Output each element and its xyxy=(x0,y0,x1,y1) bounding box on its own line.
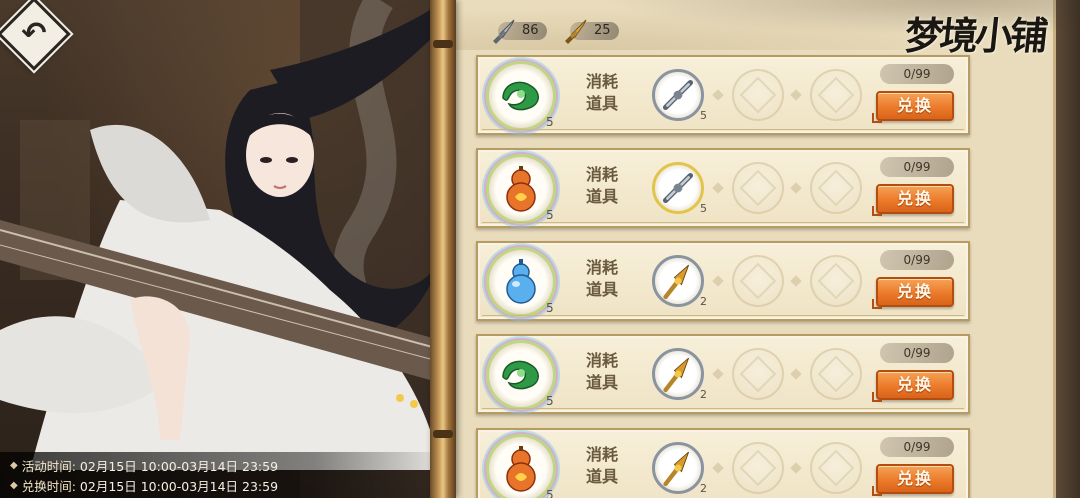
blue-gourd-icon-graphic xyxy=(506,259,536,304)
plus-separator-icon xyxy=(712,182,724,194)
exchange-row: 5 消耗道具 5 0/99 兑换 xyxy=(476,148,970,228)
empty-cost-slot xyxy=(732,255,784,307)
plus-separator-icon xyxy=(790,275,802,287)
empty-cost-slot xyxy=(810,255,862,307)
golden-dagger-icon xyxy=(663,264,690,300)
plus-separator-icon xyxy=(790,182,802,194)
plus-separator-icon xyxy=(712,89,724,101)
dagger-icon xyxy=(493,19,515,44)
plus-separator-icon xyxy=(712,462,724,474)
plus-separator-icon xyxy=(790,462,802,474)
reward-count: 5 xyxy=(546,115,554,129)
character-art-panel: ↶ ◆ 活动时间: 02月15日 10:00-03月14日 23:59 ◆ 兑换… xyxy=(0,0,450,498)
plus-separator-icon xyxy=(790,89,802,101)
cost-item-slot[interactable] xyxy=(652,255,704,307)
exchange-time-label: 兑换时间: xyxy=(21,478,76,494)
reward-count: 5 xyxy=(546,208,554,222)
activity-time-label: 活动时间: xyxy=(21,458,76,474)
blue-gourd-icon[interactable] xyxy=(489,250,553,314)
green-jade-icon[interactable] xyxy=(489,343,553,407)
currency-gold-dagger: 25 xyxy=(562,19,619,44)
empty-cost-slot xyxy=(810,348,862,400)
scroll-rod xyxy=(430,0,456,498)
green-jade-icon-graphic xyxy=(502,360,539,390)
exchange-button[interactable]: 兑换 xyxy=(872,184,954,216)
event-time-info: ◆ 活动时间: 02月15日 10:00-03月14日 23:59 ◆ 兑换时间… xyxy=(0,452,450,498)
empty-cost-slot xyxy=(732,162,784,214)
gourd-icon[interactable] xyxy=(489,157,553,221)
green-jade-icon[interactable] xyxy=(489,64,553,128)
back-arrow-icon: ↶ xyxy=(21,16,47,51)
cost-item-slot[interactable] xyxy=(652,69,704,121)
dagger-icon xyxy=(662,79,694,111)
gourd-icon-graphic xyxy=(506,166,536,212)
green-jade-icon-graphic xyxy=(502,81,539,111)
cost-item-slot[interactable] xyxy=(652,162,704,214)
stock-counter: 0/99 xyxy=(880,64,954,84)
shop-right-edge xyxy=(1056,0,1080,498)
item-category: 消耗道具 xyxy=(585,351,618,392)
cost-count: 5 xyxy=(700,109,707,122)
exchange-button[interactable]: 兑换 xyxy=(872,464,954,496)
item-category: 消耗道具 xyxy=(585,258,618,299)
cost-count: 2 xyxy=(700,295,707,308)
exchange-button[interactable]: 兑换 xyxy=(872,277,954,309)
golden-dagger-icon xyxy=(663,451,690,487)
exchange-button[interactable]: 兑换 xyxy=(872,370,954,402)
stock-counter: 0/99 xyxy=(880,157,954,177)
item-category: 消耗道具 xyxy=(585,165,618,206)
plus-separator-icon xyxy=(712,368,724,380)
empty-cost-slot xyxy=(810,162,862,214)
empty-cost-slot xyxy=(732,348,784,400)
activity-time-value: 02月15日 10:00-03月14日 23:59 xyxy=(79,458,279,474)
diamond-bullet-icon: ◆ xyxy=(10,459,18,471)
exchange-row: 5 消耗道具 2 0/99 兑换 xyxy=(476,428,970,498)
currency-silver-dagger: 86 xyxy=(490,19,547,44)
empty-cost-slot xyxy=(810,442,862,494)
reward-count: 5 xyxy=(546,488,554,498)
cost-count: 2 xyxy=(700,482,707,495)
exchange-row: 5 消耗道具 2 0/99 兑换 xyxy=(476,334,970,414)
dagger-icon xyxy=(662,172,694,204)
exchange-time-row: ◆ 兑换时间: 02月15日 10:00-03月14日 23:59 xyxy=(10,475,440,495)
character-illustration xyxy=(0,0,450,498)
empty-cost-slot xyxy=(732,69,784,121)
stock-counter: 0/99 xyxy=(880,437,954,457)
cost-item-slot[interactable] xyxy=(652,442,704,494)
exchange-time-value: 02月15日 10:00-03月14日 23:59 xyxy=(79,478,279,494)
activity-time-row: ◆ 活动时间: 02月15日 10:00-03月14日 23:59 xyxy=(10,455,440,475)
stock-counter: 0/99 xyxy=(880,343,954,363)
reward-count: 5 xyxy=(546,394,554,408)
reward-count: 5 xyxy=(546,301,554,315)
exchange-row: 5 消耗道具 5 0/99 兑换 xyxy=(476,55,970,135)
golden-dagger-icon xyxy=(663,357,690,393)
exchange-button[interactable]: 兑换 xyxy=(872,91,954,123)
item-category: 消耗道具 xyxy=(585,72,618,113)
gourd-icon[interactable] xyxy=(489,437,553,498)
empty-cost-slot xyxy=(732,442,784,494)
cost-count: 5 xyxy=(700,202,707,215)
gourd-icon-graphic xyxy=(506,446,536,492)
empty-cost-slot xyxy=(810,69,862,121)
golden-dagger-icon xyxy=(565,19,587,44)
cost-item-slot[interactable] xyxy=(652,348,704,400)
item-category: 消耗道具 xyxy=(585,445,618,486)
diamond-bullet-icon: ◆ xyxy=(10,479,18,491)
plus-separator-icon xyxy=(790,368,802,380)
exchange-row: 5 消耗道具 2 0/99 兑换 xyxy=(476,241,970,321)
plus-separator-icon xyxy=(712,275,724,287)
cost-count: 2 xyxy=(700,388,707,401)
stock-counter: 0/99 xyxy=(880,250,954,270)
